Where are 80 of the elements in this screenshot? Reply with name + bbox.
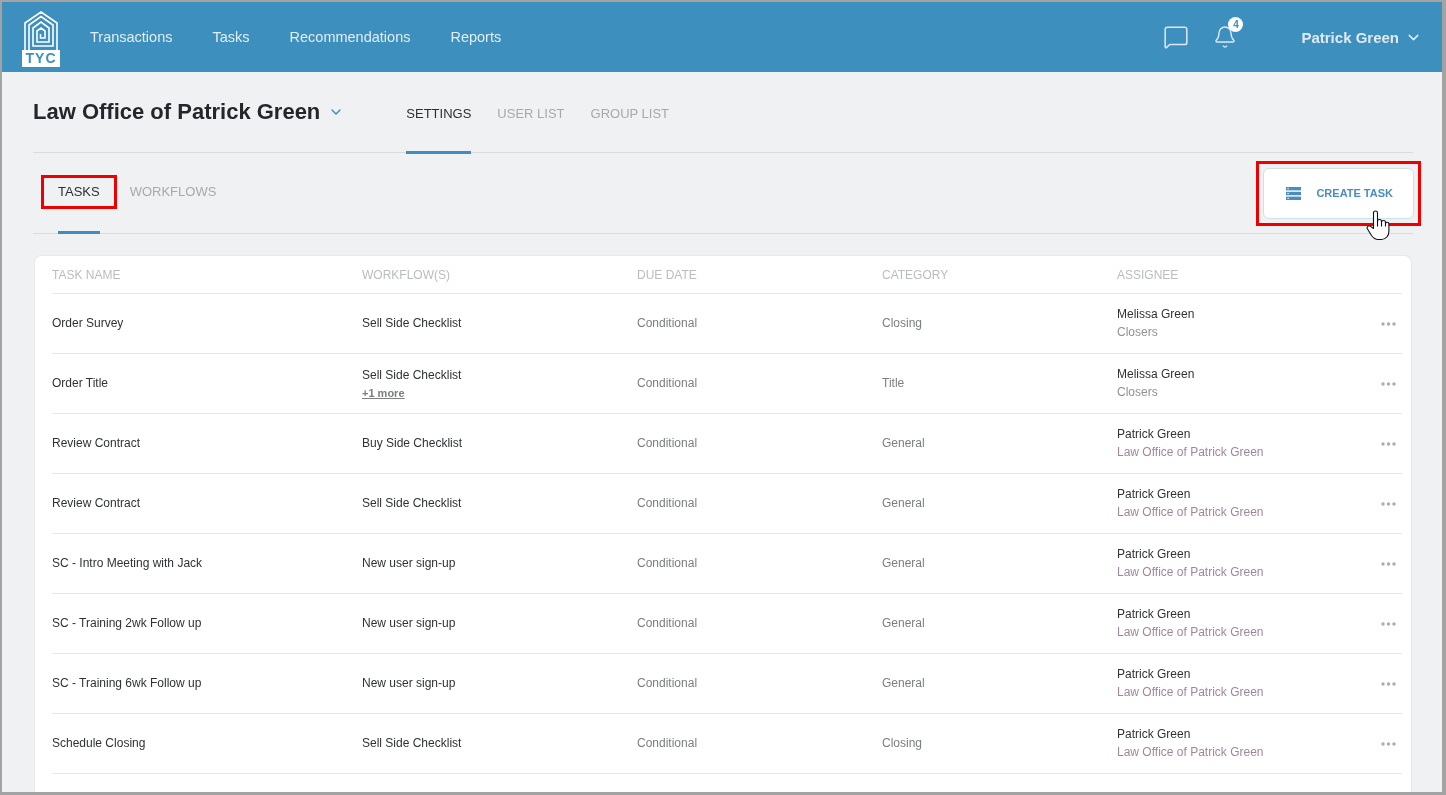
nav-link[interactable]: Transactions xyxy=(90,29,173,45)
assignee-name: Patrick Green xyxy=(1117,427,1191,442)
assignee-group: Law Office of Patrick Green xyxy=(1117,685,1264,700)
category: Closing xyxy=(882,736,923,751)
ellipsis-icon[interactable] xyxy=(1381,321,1396,326)
assignee-name: Patrick Green xyxy=(1117,667,1191,682)
workflow-name: New user sign-up xyxy=(362,616,456,631)
create-task-button[interactable]: CREATE TASK xyxy=(1263,167,1414,219)
task-name: Order Title xyxy=(52,376,108,391)
house-logo-icon xyxy=(22,9,60,50)
workflow-name: Sell Side Checklist xyxy=(362,367,462,383)
task-name: Schedule Closing xyxy=(52,736,146,751)
column-header: DUE DATE xyxy=(637,267,697,282)
category: General xyxy=(882,436,925,451)
ellipsis-icon[interactable] xyxy=(1381,381,1396,386)
category: General xyxy=(882,676,925,691)
tab[interactable]: TASKS xyxy=(58,184,100,200)
due-date: Conditional xyxy=(637,496,698,511)
workflow-name: New user sign-up xyxy=(362,676,456,691)
assignee-group: Law Office of Patrick Green xyxy=(1117,505,1264,520)
column-header: ASSIGNEE xyxy=(1117,267,1179,282)
task-name: Order Survey xyxy=(52,316,124,331)
hand-cursor-icon xyxy=(1366,208,1391,241)
category: Title xyxy=(882,376,905,391)
ellipsis-icon[interactable] xyxy=(1381,741,1396,746)
ellipsis-icon[interactable] xyxy=(1381,501,1396,506)
nav-link[interactable]: Recommendations xyxy=(289,29,411,45)
assignee-group: Law Office of Patrick Green xyxy=(1117,625,1264,640)
category: Closing xyxy=(882,316,923,331)
assignee-group: Closers xyxy=(1117,385,1158,400)
assignee-name: Patrick Green xyxy=(1117,607,1191,622)
column-header: WORKFLOW(S) xyxy=(362,267,450,282)
due-date: Conditional xyxy=(637,676,698,691)
task-name: SC - Training 2wk Follow up xyxy=(52,616,202,631)
assignee-name: Patrick Green xyxy=(1117,727,1191,742)
ellipsis-icon[interactable] xyxy=(1381,621,1396,626)
organization-dropdown[interactable]: Law Office of Patrick Green xyxy=(33,99,345,125)
chat-bubble-icon[interactable] xyxy=(1163,24,1190,50)
due-date: Conditional xyxy=(637,616,698,631)
assignee-name: Melissa Green xyxy=(1117,307,1195,322)
logo-text: TYC xyxy=(22,49,60,67)
assignee-group: Closers xyxy=(1117,325,1158,340)
column-header: CATEGORY xyxy=(882,267,949,282)
assignee-group: Law Office of Patrick Green xyxy=(1117,445,1264,460)
workflow-name: Sell Side Checklist xyxy=(362,316,462,331)
due-date: Conditional xyxy=(637,316,698,331)
ellipsis-icon[interactable] xyxy=(1381,681,1396,686)
workflow-name: Buy Side Checklist xyxy=(362,436,463,451)
tab[interactable]: USER LIST xyxy=(497,72,565,154)
nav-link[interactable]: Reports xyxy=(450,29,502,45)
assignee-name: Melissa Green xyxy=(1117,367,1195,382)
category: General xyxy=(882,616,925,631)
category: General xyxy=(882,556,925,571)
notification-badge: 4 xyxy=(1228,17,1244,32)
ellipsis-icon[interactable] xyxy=(1381,561,1396,566)
category: General xyxy=(882,496,925,511)
tab[interactable]: WORKFLOWS xyxy=(129,184,217,200)
task-name: Review Contract xyxy=(52,436,141,451)
assignee-group: Law Office of Patrick Green xyxy=(1117,565,1264,580)
workflow-name: Sell Side Checklist xyxy=(362,496,462,511)
assignee-name: Patrick Green xyxy=(1117,547,1191,562)
tab[interactable]: GROUP LIST xyxy=(590,72,670,154)
task-name: SC - Training 6wk Follow up xyxy=(52,676,202,691)
due-date: Conditional xyxy=(637,556,698,571)
tab[interactable]: SETTINGS xyxy=(406,72,472,154)
workflow-name: Sell Side Checklist xyxy=(362,736,462,751)
due-date: Conditional xyxy=(637,436,698,451)
user-menu-button[interactable]: Patrick Green xyxy=(1301,28,1422,46)
ellipsis-icon[interactable] xyxy=(1381,441,1396,446)
more-workflows-link[interactable]: +1 more xyxy=(362,385,405,400)
column-header: TASK NAME xyxy=(52,267,121,282)
workflow-name: New user sign-up xyxy=(362,556,456,571)
assignee-group: Law Office of Patrick Green xyxy=(1117,745,1264,760)
nav-link[interactable]: Tasks xyxy=(212,29,250,45)
list-icon xyxy=(1286,186,1302,200)
task-name: Review Contract xyxy=(52,496,141,511)
task-name: SC - Intro Meeting with Jack xyxy=(52,556,203,571)
assignee-name: Patrick Green xyxy=(1117,487,1191,502)
due-date: Conditional xyxy=(637,376,698,391)
due-date: Conditional xyxy=(637,736,698,751)
